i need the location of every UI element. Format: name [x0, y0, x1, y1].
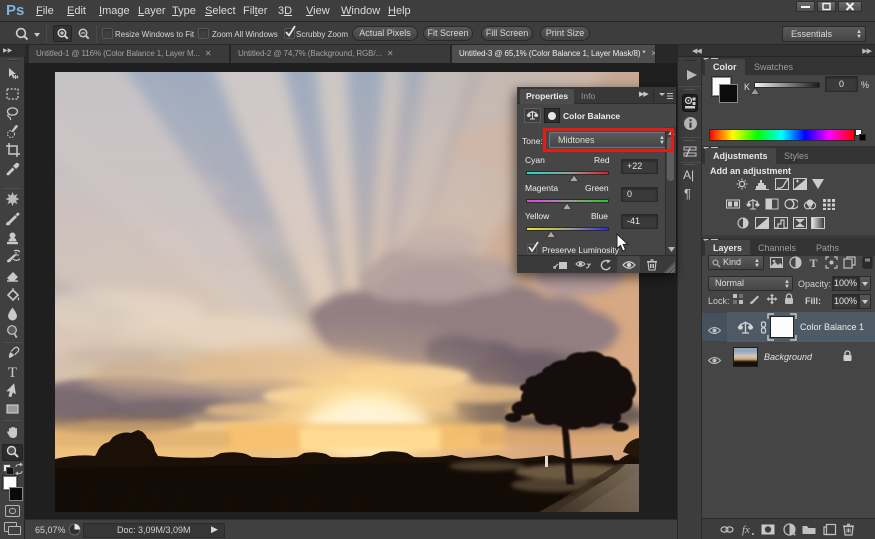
svg-text:T: T [809, 256, 817, 269]
svg-text:fx: fx [742, 524, 750, 536]
svg-text:T: T [8, 365, 17, 380]
